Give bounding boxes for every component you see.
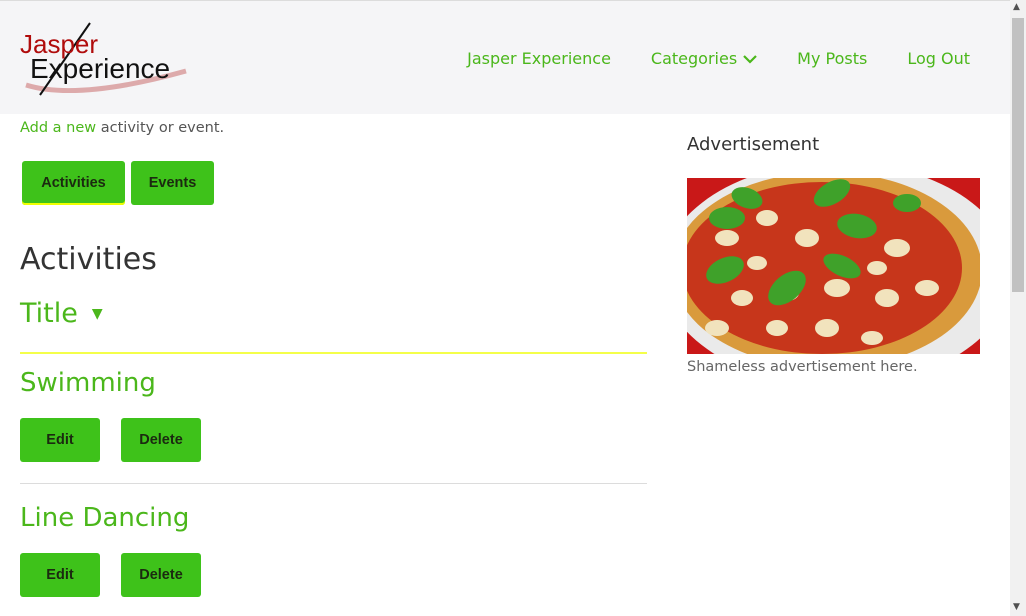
sort-by-title[interactable]: Title ▼	[20, 298, 103, 329]
list-item: Swimming Edit Delete	[20, 368, 647, 462]
sort-label: Title	[20, 298, 78, 329]
category-tabs: Activities Events	[22, 161, 220, 205]
scroll-down-icon[interactable]: ▼	[1013, 602, 1020, 612]
scrollbar-thumb[interactable]	[1012, 18, 1024, 292]
advertisement-heading: Advertisement	[687, 134, 820, 155]
add-new-line: Add a new activity or event.	[20, 120, 647, 136]
site-logo[interactable]: Jasper Experience	[18, 21, 190, 97]
nav-my-posts-link[interactable]: My Posts	[797, 49, 867, 68]
add-new-text: activity or event.	[96, 120, 225, 136]
edit-button[interactable]: Edit	[20, 553, 100, 597]
nav-logout-link[interactable]: Log Out	[907, 49, 970, 68]
sort-divider	[20, 352, 647, 354]
item-actions: Edit Delete	[20, 418, 647, 462]
nav-home-link[interactable]: Jasper Experience	[467, 49, 611, 68]
caret-down-icon: ▼	[91, 305, 103, 322]
edit-button[interactable]: Edit	[20, 418, 100, 462]
advertisement-image[interactable]	[687, 178, 980, 354]
page: Jasper Experience Jasper Experience Cate…	[0, 0, 1026, 616]
site-header: Jasper Experience Jasper Experience Cate…	[0, 0, 1010, 114]
item-actions: Edit Delete	[20, 553, 647, 597]
add-new-link[interactable]: Add a new	[20, 120, 96, 136]
chevron-down-icon	[743, 54, 757, 64]
main-content: Add a new activity or event. Activities …	[20, 114, 647, 597]
logo-text-experience: Experience	[30, 53, 171, 84]
main-nav: Jasper Experience Categories My Posts Lo…	[467, 49, 970, 68]
pizza-image-icon	[687, 178, 980, 354]
sidebar: Advertisement Shameless advertisement he…	[687, 134, 980, 375]
item-divider	[20, 483, 647, 484]
page-title: Activities	[20, 242, 157, 277]
vertical-scrollbar[interactable]: ▲ ▼	[1010, 0, 1026, 616]
list-item: Line Dancing Edit Delete	[20, 503, 647, 597]
tab-activities[interactable]: Activities	[22, 161, 125, 205]
scroll-up-icon[interactable]: ▲	[1013, 2, 1020, 12]
nav-categories-dropdown[interactable]: Categories	[651, 49, 757, 68]
advertisement-caption: Shameless advertisement here.	[687, 359, 918, 375]
tab-events[interactable]: Events	[131, 161, 214, 205]
delete-button[interactable]: Delete	[121, 553, 201, 597]
item-title[interactable]: Line Dancing	[20, 503, 647, 533]
delete-button[interactable]: Delete	[121, 418, 201, 462]
item-title[interactable]: Swimming	[20, 368, 647, 398]
nav-categories-label: Categories	[650, 49, 738, 68]
